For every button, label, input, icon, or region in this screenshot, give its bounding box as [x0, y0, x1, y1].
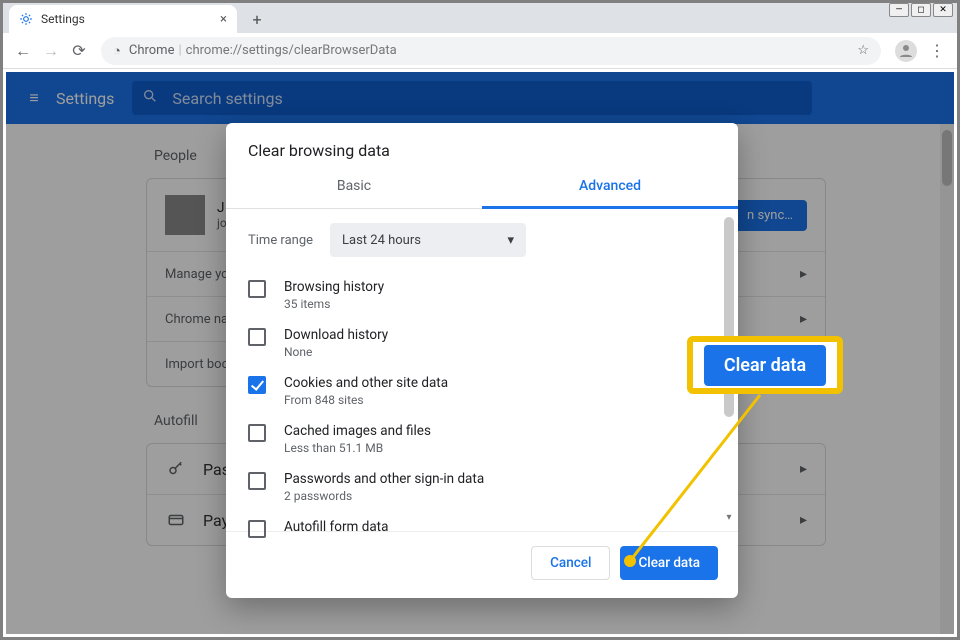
clear-data-option[interactable]: Download history None	[248, 319, 716, 367]
cancel-button[interactable]: Cancel	[531, 546, 610, 580]
tab-basic[interactable]: Basic	[226, 166, 482, 208]
option-subtitle: Less than 51.1 MB	[284, 441, 431, 455]
checkbox[interactable]	[248, 520, 266, 538]
url-separator: |	[178, 43, 181, 58]
time-range-select[interactable]: Last 24 hours ▾	[330, 223, 526, 257]
checkbox[interactable]	[248, 424, 266, 442]
gear-icon	[19, 12, 33, 26]
forward-button[interactable]: →	[37, 37, 65, 65]
back-button[interactable]: ←	[9, 37, 37, 65]
new-tab-button[interactable]: +	[243, 5, 271, 33]
clear-data-option[interactable]: Autofill form data	[248, 511, 716, 546]
tab-advanced[interactable]: Advanced	[482, 166, 738, 209]
time-range-value: Last 24 hours	[342, 233, 421, 248]
option-subtitle: 35 items	[284, 297, 384, 311]
option-title: Passwords and other sign-in data	[284, 471, 484, 487]
window-controls: — ◻ ✕	[889, 3, 953, 17]
clear-data-button[interactable]: Clear data	[620, 546, 718, 580]
option-subtitle: 2 passwords	[284, 489, 484, 503]
option-title: Autofill form data	[284, 519, 388, 535]
checkbox[interactable]	[248, 376, 266, 394]
site-info-icon[interactable]: ◔	[113, 43, 121, 59]
checkbox[interactable]	[248, 472, 266, 490]
option-title: Browsing history	[284, 279, 384, 295]
option-subtitle: From 848 sites	[284, 393, 448, 407]
close-tab-icon[interactable]: ×	[220, 12, 227, 27]
clear-data-option[interactable]: Browsing history 35 items	[248, 271, 716, 319]
chevron-down-icon: ▾	[507, 233, 514, 248]
chrome-menu-button[interactable]: ⋮	[923, 37, 951, 65]
dialog-body: Time range Last 24 hours ▾ Browsing hist…	[226, 209, 738, 527]
clear-data-option[interactable]: Cookies and other site data From 848 site…	[248, 367, 716, 415]
window-maximize[interactable]: ◻	[911, 3, 931, 17]
clear-data-option[interactable]: Passwords and other sign-in data 2 passwo…	[248, 463, 716, 511]
option-title: Download history	[284, 327, 388, 343]
reload-button[interactable]: ⟳	[65, 37, 93, 65]
option-subtitle: None	[284, 345, 388, 359]
time-range-row: Time range Last 24 hours ▾	[248, 223, 716, 257]
option-title: Cookies and other site data	[284, 375, 448, 391]
window-minimize[interactable]: —	[889, 3, 909, 17]
checkbox[interactable]	[248, 280, 266, 298]
annotation-label: Clear data	[704, 345, 826, 386]
address-bar[interactable]: ◔ Chrome | chrome://settings/clearBrowse…	[101, 37, 881, 65]
annotation-callout: Clear data	[687, 336, 843, 394]
browser-tab[interactable]: Settings ×	[9, 5, 237, 33]
tab-title: Settings	[41, 12, 85, 26]
bookmark-star-icon[interactable]: ☆	[857, 43, 869, 58]
time-range-label: Time range	[248, 233, 330, 248]
scroll-down-icon[interactable]: ▾	[722, 512, 736, 523]
checkbox[interactable]	[248, 328, 266, 346]
option-title: Cached images and files	[284, 423, 431, 439]
url-host: Chrome	[129, 43, 175, 58]
window-close[interactable]: ✕	[933, 3, 953, 17]
url-path: chrome://settings/clearBrowserData	[186, 43, 397, 58]
browser-toolbar: ← → ⟳ ◔ Chrome | chrome://settings/clear…	[3, 33, 957, 69]
clear-data-option[interactable]: Cached images and files Less than 51.1 MB	[248, 415, 716, 463]
clear-browsing-data-dialog: Clear browsing data Basic Advanced Time …	[226, 123, 738, 598]
dialog-tabs: Basic Advanced	[226, 166, 738, 209]
tab-strip: Settings × + — ◻ ✕	[3, 3, 957, 33]
profile-avatar[interactable]	[895, 40, 917, 62]
dialog-title: Clear browsing data	[226, 123, 738, 166]
